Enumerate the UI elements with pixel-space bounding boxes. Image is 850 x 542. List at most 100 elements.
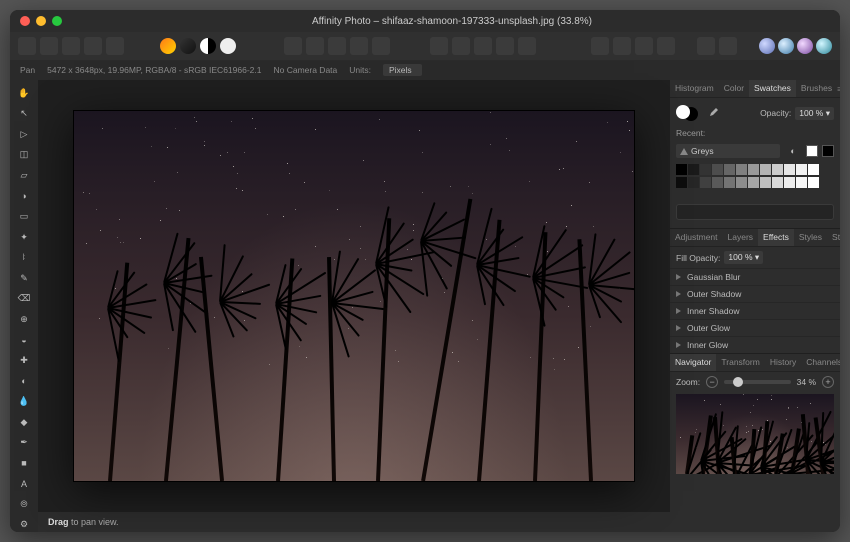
paint-brush[interactable]: ꖎ <box>15 250 33 265</box>
effect-row[interactable]: Gaussian Blur <box>670 268 840 285</box>
tab-stock[interactable]: Stock <box>827 229 840 246</box>
tab-styles[interactable]: Styles <box>794 229 827 246</box>
fill-circle[interactable] <box>220 38 236 54</box>
unknown-icon[interactable] <box>657 37 675 55</box>
swatch[interactable] <box>760 177 771 188</box>
effect-row[interactable]: Outer Glow <box>670 319 840 336</box>
swatch[interactable] <box>676 164 687 175</box>
swatch[interactable] <box>724 164 735 175</box>
tab-transform[interactable]: Transform <box>716 354 764 371</box>
swatch[interactable] <box>676 177 687 188</box>
canvas-viewport[interactable] <box>38 80 670 512</box>
zoom-window[interactable] <box>52 16 62 26</box>
tab-histogram[interactable]: Histogram <box>670 80 719 97</box>
zoom-out-button[interactable]: − <box>706 376 718 388</box>
tab-color[interactable]: Color <box>719 80 749 97</box>
search-input[interactable] <box>676 204 834 220</box>
healing-tool[interactable]: ✚ <box>15 353 33 368</box>
navigator-thumbnail[interactable] <box>676 394 834 474</box>
swatch[interactable] <box>772 164 783 175</box>
shape-tool[interactable]: ■ <box>15 456 33 471</box>
hand-tool[interactable]: ✋ <box>15 86 33 101</box>
swatch[interactable] <box>700 164 711 175</box>
fg-bg-color[interactable] <box>676 105 698 121</box>
photo-persona[interactable] <box>759 38 775 54</box>
develop-persona[interactable] <box>797 38 813 54</box>
align-icon[interactable] <box>452 37 470 55</box>
liquify-persona[interactable] <box>778 38 794 54</box>
effect-row[interactable]: Inner Glow <box>670 336 840 353</box>
crop-tool[interactable]: ◫ <box>15 148 33 163</box>
panel-menu-icon[interactable]: ≡ <box>837 80 840 97</box>
tab-channels[interactable]: Channels <box>801 354 840 371</box>
fill-opacity-value[interactable]: 100 % ▾ <box>724 251 763 264</box>
swatch[interactable] <box>796 177 807 188</box>
swatch[interactable] <box>700 177 711 188</box>
swatch[interactable] <box>688 164 699 175</box>
text-tool-icon[interactable] <box>518 37 536 55</box>
pencil-tool[interactable]: ✎ <box>15 271 33 286</box>
gear-icon[interactable] <box>62 37 80 55</box>
doc3-icon[interactable] <box>635 37 653 55</box>
units-select[interactable]: Pixels <box>383 64 422 76</box>
tab-effects[interactable]: Effects <box>758 229 794 246</box>
fill-tool[interactable]: ◒ <box>15 333 33 348</box>
split-icon[interactable] <box>350 37 368 55</box>
zoom-in-button[interactable]: + <box>822 376 834 388</box>
swatch[interactable] <box>688 177 699 188</box>
invert-icon[interactable] <box>372 37 390 55</box>
erase-tool[interactable]: ⌫ <box>15 291 33 306</box>
swatch[interactable] <box>736 177 747 188</box>
swatch[interactable] <box>712 164 723 175</box>
swatch[interactable] <box>808 177 819 188</box>
swatch[interactable] <box>772 177 783 188</box>
color-picker[interactable]: ⦾ <box>15 497 33 512</box>
tone-persona[interactable] <box>816 38 832 54</box>
perspective-tool[interactable]: ▱ <box>15 168 33 183</box>
node-tool[interactable]: ▷ <box>15 127 33 142</box>
swatch[interactable] <box>748 177 759 188</box>
swatch[interactable] <box>748 164 759 175</box>
effect-row[interactable]: Outer Shadow <box>670 285 840 302</box>
overlay-icon[interactable] <box>306 37 324 55</box>
tab-brushes[interactable]: Brushes <box>796 80 837 97</box>
doc2-icon[interactable] <box>613 37 631 55</box>
palette-mode-icon[interactable]: ◐ <box>784 142 802 160</box>
dodge-tool[interactable]: ◐ <box>15 374 33 389</box>
view-tool[interactable]: ⚙ <box>15 517 33 532</box>
tab-swatches[interactable]: Swatches <box>749 80 796 97</box>
close-window[interactable] <box>20 16 30 26</box>
opacity-value[interactable]: 100 % ▾ <box>795 107 834 120</box>
eyedropper-icon[interactable] <box>704 104 722 122</box>
gradient-circle[interactable] <box>160 38 176 54</box>
mesh-tool[interactable]: ◆ <box>15 415 33 430</box>
heal-icon[interactable] <box>474 37 492 55</box>
swatch[interactable] <box>784 177 795 188</box>
zoom-slider[interactable] <box>724 380 791 384</box>
align-center-icon[interactable] <box>719 37 737 55</box>
clone-tool[interactable]: ⊕ <box>15 312 33 327</box>
tab-layers[interactable]: Layers <box>723 229 759 246</box>
dropdown-icon[interactable] <box>496 37 514 55</box>
minimize-window[interactable] <box>36 16 46 26</box>
pen-tool[interactable]: ✒ <box>15 435 33 450</box>
tab-history[interactable]: History <box>765 354 801 371</box>
tab-adjustment[interactable]: Adjustment <box>670 229 723 246</box>
palette-select[interactable]: Greys <box>676 144 780 158</box>
swatch[interactable] <box>724 177 735 188</box>
blur-tool[interactable]: 💧 <box>15 394 33 409</box>
swatch[interactable] <box>808 164 819 175</box>
move-tool[interactable]: ↖ <box>15 107 33 122</box>
crosshair-icon[interactable] <box>84 37 102 55</box>
mask-icon[interactable] <box>328 37 346 55</box>
marquee-tool[interactable]: ▭ <box>15 209 33 224</box>
text-tool[interactable]: A <box>15 476 33 491</box>
bw-circle[interactable] <box>180 38 196 54</box>
flood-select[interactable]: ✦ <box>15 230 33 245</box>
logo-icon[interactable] <box>18 37 36 55</box>
tab-navigator[interactable]: Navigator <box>670 354 716 371</box>
swatch[interactable] <box>784 164 795 175</box>
doc1-icon[interactable] <box>591 37 609 55</box>
marquee-icon[interactable] <box>284 37 302 55</box>
swatch[interactable] <box>712 177 723 188</box>
